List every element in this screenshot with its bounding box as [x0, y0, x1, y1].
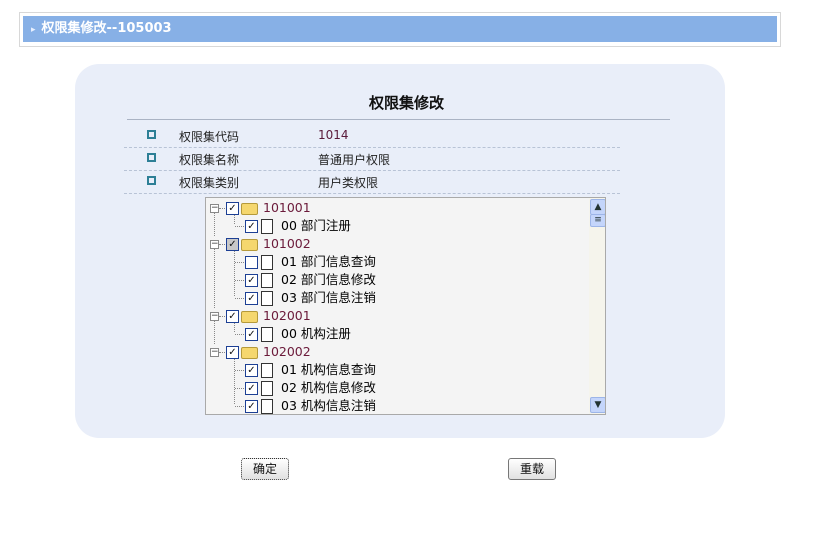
- scroll-down-icon[interactable]: ▼: [590, 397, 605, 413]
- document-icon: [261, 255, 273, 270]
- item-checkbox[interactable]: ✓: [245, 220, 258, 233]
- tree-line: [235, 298, 244, 299]
- tree-line: [235, 262, 244, 263]
- bullet-icon: [147, 130, 156, 139]
- form-title: 权限集修改: [368, 94, 444, 112]
- group-code[interactable]: 102002: [263, 343, 311, 361]
- item-checkbox[interactable]: ✓: [245, 292, 258, 305]
- document-icon: [261, 381, 273, 396]
- header-title: 权限集修改--105003: [41, 21, 172, 36]
- folder-icon: [241, 311, 258, 323]
- tree-item-label[interactable]: 02 部门信息修改: [281, 271, 376, 289]
- tree-item-label[interactable]: 00 部门注册: [281, 217, 351, 235]
- tree-line: [235, 370, 244, 371]
- folder-icon: [241, 203, 258, 215]
- tree-line: [235, 334, 244, 335]
- header-frame: ▸ 权限集修改--105003: [19, 12, 781, 47]
- field-row-name: 权限集名称 普通用户权限: [124, 147, 620, 171]
- tree-item-label[interactable]: 01 部门信息查询: [281, 253, 376, 271]
- field-value: 普通用户权限: [318, 153, 391, 167]
- bullet-icon: [147, 176, 156, 185]
- tree-line: [235, 226, 244, 227]
- field-value: 用户类权限: [318, 176, 379, 190]
- folder-icon: [241, 239, 258, 251]
- tree-line: [214, 320, 215, 344]
- tree-line: [214, 212, 215, 236]
- scrollbar[interactable]: ▲ ≡ ▼: [589, 198, 605, 414]
- item-checkbox[interactable]: ✓: [245, 328, 258, 341]
- scroll-thumb[interactable]: ≡: [590, 214, 605, 227]
- field-value: 1014: [318, 128, 349, 142]
- group-checkbox[interactable]: ✓: [226, 310, 239, 323]
- document-icon: [261, 273, 273, 288]
- confirm-button[interactable]: 确定: [241, 458, 289, 480]
- tree-line: [234, 359, 235, 404]
- document-icon: [261, 327, 273, 342]
- group-code[interactable]: 101002: [263, 235, 311, 253]
- item-checkbox[interactable]: ✓: [245, 274, 258, 287]
- group-checkbox[interactable]: ✓: [226, 238, 239, 251]
- document-icon: [261, 363, 273, 378]
- bullet-icon: [147, 153, 156, 162]
- item-checkbox[interactable]: [245, 256, 258, 269]
- arrow-icon: ▸: [31, 25, 36, 35]
- field-label: 权限集代码: [179, 130, 240, 144]
- field-row-code: 权限集代码 1014: [124, 124, 620, 148]
- item-checkbox[interactable]: ✓: [245, 364, 258, 377]
- tree-line: [234, 323, 235, 332]
- field-row-type: 权限集类别 用户类权限: [124, 170, 620, 194]
- group-checkbox[interactable]: ✓: [226, 346, 239, 359]
- tree-line: [219, 208, 225, 209]
- folder-icon: [241, 347, 258, 359]
- item-checkbox[interactable]: ✓: [245, 400, 258, 413]
- tree-line: [235, 280, 244, 281]
- tree-line: [214, 248, 215, 308]
- item-checkbox[interactable]: ✓: [245, 382, 258, 395]
- tree-line: [235, 388, 244, 389]
- tree-line: [219, 244, 225, 245]
- document-icon: [261, 291, 273, 306]
- scroll-up-icon[interactable]: ▲: [590, 199, 605, 215]
- field-label: 权限集名称: [179, 153, 240, 167]
- tree-line: [219, 316, 225, 317]
- group-code[interactable]: 101001: [263, 199, 311, 217]
- document-icon: [261, 399, 273, 414]
- tree-item-label[interactable]: 03 部门信息注销: [281, 289, 376, 307]
- tree-line: [219, 352, 225, 353]
- reset-button[interactable]: 重载: [508, 458, 556, 480]
- collapse-icon[interactable]: −: [210, 348, 219, 357]
- tree-item-label[interactable]: 03 机构信息注销: [281, 397, 376, 414]
- document-icon: [261, 219, 273, 234]
- group-checkbox[interactable]: ✓: [226, 202, 239, 215]
- tree-line: [235, 406, 244, 407]
- tree-line: [234, 215, 235, 224]
- permission-tree[interactable]: ▲ ≡ ▼ − ✓ 101001 ✓ 00 部门注册 − ✓ 101002 01 部门信息查询 ✓…: [205, 197, 606, 415]
- divider: [127, 119, 670, 120]
- header-bar: ▸ 权限集修改--105003: [23, 16, 777, 42]
- field-label: 权限集类别: [179, 176, 240, 190]
- tree-line: [234, 251, 235, 296]
- tree-item-label[interactable]: 00 机构注册: [281, 325, 351, 343]
- tree-item-label[interactable]: 01 机构信息查询: [281, 361, 376, 379]
- tree-item-label[interactable]: 02 机构信息修改: [281, 379, 376, 397]
- group-code[interactable]: 102001: [263, 307, 311, 325]
